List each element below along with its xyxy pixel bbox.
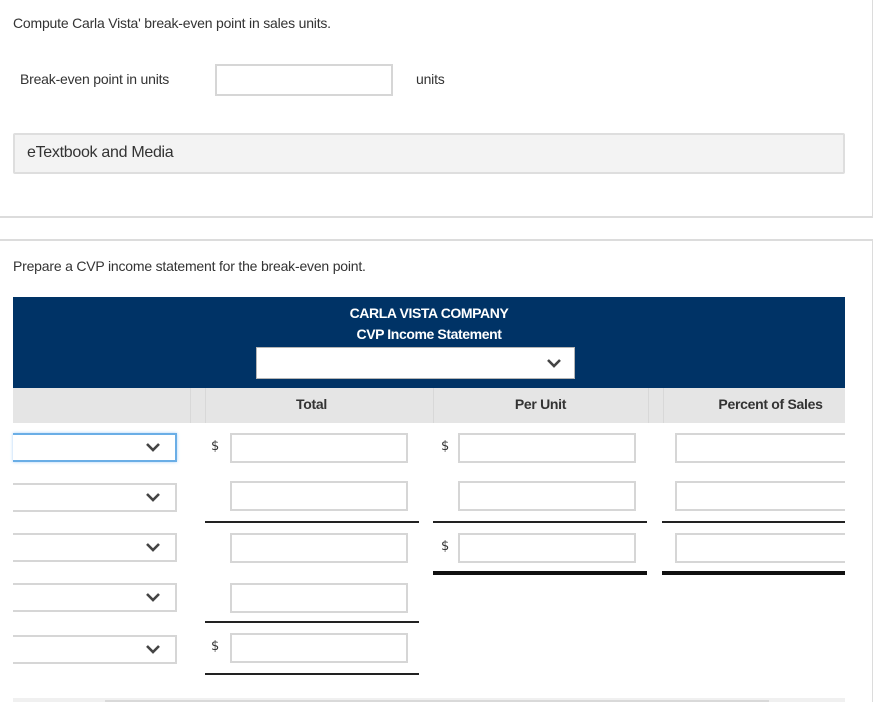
subtotal-rule xyxy=(205,621,419,623)
row1-total-input[interactable] xyxy=(230,433,408,463)
chevron-down-icon xyxy=(146,543,160,552)
row5-total-input[interactable] xyxy=(230,633,408,663)
chevron-down-icon xyxy=(146,493,160,502)
row1-per-unit-input[interactable] xyxy=(458,433,636,463)
chevron-down-icon xyxy=(146,443,160,452)
chevron-down-icon xyxy=(146,645,160,654)
row2-label-select[interactable] xyxy=(13,483,177,512)
chevron-down-icon xyxy=(547,359,561,368)
row3-percent-input[interactable] xyxy=(675,533,845,563)
column-header-per-unit: Per Unit xyxy=(514,396,567,412)
row3-total-input[interactable] xyxy=(230,533,408,563)
units-label: units xyxy=(416,71,445,87)
breakeven-label: Break-even point in units xyxy=(20,71,170,87)
subtotal-rule xyxy=(662,521,845,523)
row3-per-unit-input[interactable] xyxy=(458,533,636,563)
row1-percent-input[interactable] xyxy=(675,433,845,463)
currency-symbol: $ xyxy=(211,639,220,654)
column-divider xyxy=(648,388,649,423)
chevron-down-icon xyxy=(146,593,160,602)
breakeven-panel xyxy=(0,0,873,218)
row2-percent-input[interactable] xyxy=(675,481,845,511)
row2-per-unit-input[interactable] xyxy=(458,481,636,511)
row5-label-select[interactable] xyxy=(13,635,177,664)
subtotal-rule xyxy=(205,521,419,523)
row2-total-input[interactable] xyxy=(230,481,408,511)
row4-total-input[interactable] xyxy=(230,583,408,613)
period-select[interactable] xyxy=(256,347,575,379)
total-double-rule xyxy=(662,571,845,575)
row1-label-select[interactable] xyxy=(13,433,177,462)
breakeven-question: Compute Carla Vista' break-even point in… xyxy=(13,15,331,31)
column-divider xyxy=(190,388,191,423)
company-name: CARLA VISTA COMPANY xyxy=(349,305,509,321)
etextbook-media-button[interactable]: eTextbook and Media xyxy=(13,133,845,174)
column-header-total: Total xyxy=(296,396,327,412)
breakeven-units-input[interactable] xyxy=(215,64,393,96)
row4-label-select[interactable] xyxy=(13,583,177,612)
column-header-percent-of-sales: Percent of Sales xyxy=(718,396,823,412)
row3-label-select[interactable] xyxy=(13,533,177,562)
total-double-rule xyxy=(433,571,647,575)
subtotal-rule xyxy=(205,673,419,675)
subtotal-rule xyxy=(433,521,647,523)
cvp-question: Prepare a CVP income statement for the b… xyxy=(13,258,366,274)
statement-title: CVP Income Statement xyxy=(356,326,502,342)
currency-symbol: $ xyxy=(441,539,450,554)
currency-symbol: $ xyxy=(211,439,220,454)
currency-symbol: $ xyxy=(441,439,450,454)
